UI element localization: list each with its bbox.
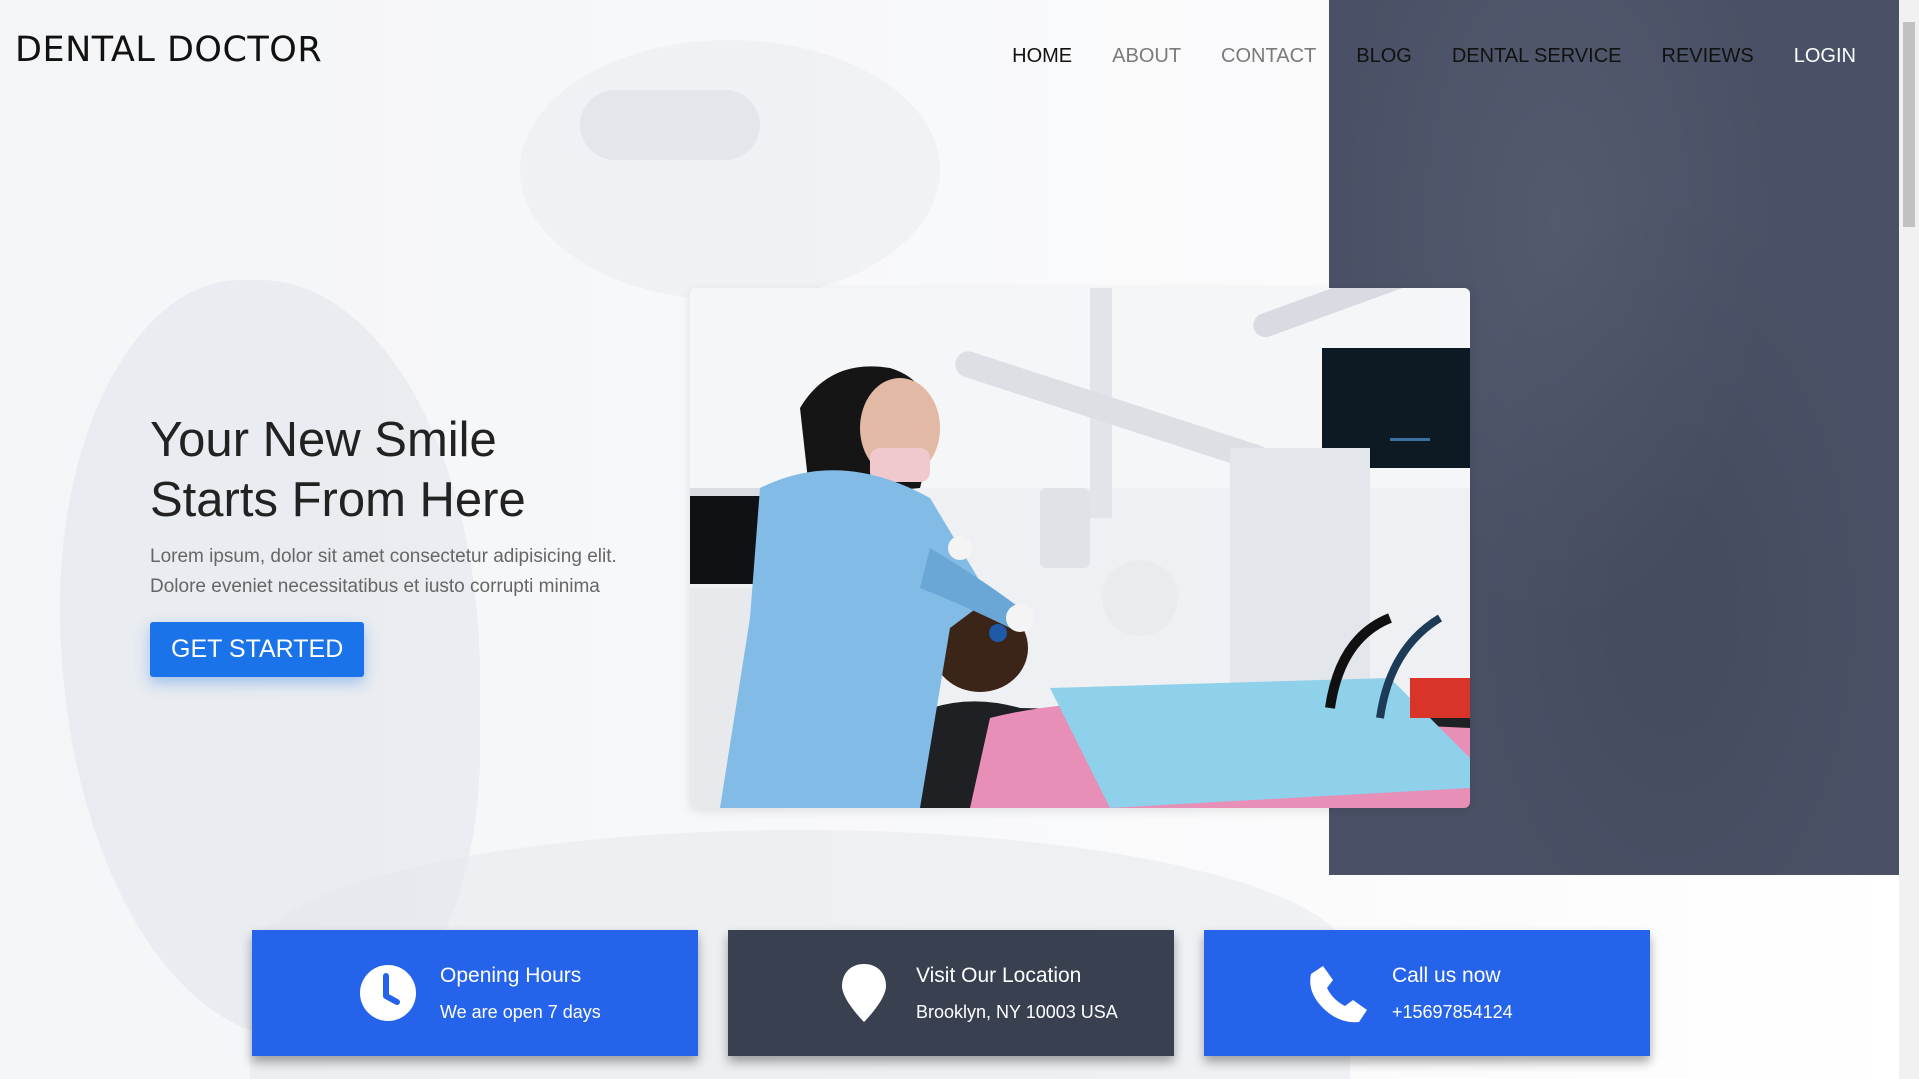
hero-subtitle-line-2: Dolore eveniet necessitatibus et iusto c…: [150, 576, 600, 597]
info-card-location[interactable]: Visit Our Location Brooklyn, NY 10003 US…: [728, 930, 1174, 1056]
phone-icon: [1308, 961, 1372, 1025]
hero-subtitle-line-1: Lorem ipsum, dolor sit amet consectetur …: [150, 546, 617, 567]
scrollbar-thumb[interactable]: [1903, 22, 1915, 227]
info-card-text: Brooklyn, NY 10003 USA: [916, 1001, 1118, 1022]
site-logo[interactable]: DENTAL DOCTOR: [15, 30, 322, 70]
info-card-title: Opening Hours: [440, 963, 582, 987]
hero-title-line-1: Your New Smile: [150, 413, 497, 467]
nav-about[interactable]: ABOUT: [1112, 45, 1181, 68]
nav-contact[interactable]: CONTACT: [1221, 45, 1316, 68]
get-started-button[interactable]: GET STARTED: [150, 622, 365, 677]
info-card-call-text: Call us now +15697854124: [1392, 964, 1513, 1023]
page-scrollbar[interactable]: [1899, 0, 1919, 1079]
nav-reviews[interactable]: REVIEWS: [1662, 45, 1754, 68]
info-card-opening-hours[interactable]: Opening Hours We are open 7 days: [252, 930, 698, 1056]
hero-subtitle: Lorem ipsum, dolor sit amet consectetur …: [150, 542, 690, 602]
nav-blog[interactable]: BLOG: [1356, 45, 1412, 68]
page: DENTAL DOCTOR HOME ABOUT CONTACT BLOG DE…: [0, 0, 1919, 1079]
main-nav: HOME ABOUT CONTACT BLOG DENTAL SERVICE R…: [1012, 45, 1856, 68]
location-pin-icon: [832, 961, 896, 1025]
nav-dental-service[interactable]: DENTAL SERVICE: [1452, 45, 1622, 68]
info-card-opening-hours-text: Opening Hours We are open 7 days: [440, 964, 601, 1023]
dentist-photo: [690, 288, 1470, 808]
info-card-title: Call us now: [1392, 963, 1501, 987]
clock-icon: [356, 961, 420, 1025]
background-lamp-shape: [520, 40, 940, 300]
info-card-call[interactable]: Call us now +15697854124: [1204, 930, 1650, 1056]
hero-title: Your New Smile Starts From Here: [150, 410, 690, 530]
info-card-title: Visit Our Location: [916, 963, 1082, 987]
info-card-text: +15697854124: [1392, 1001, 1513, 1022]
hero-title-line-2: Starts From Here: [150, 473, 526, 527]
info-cards: Opening Hours We are open 7 days Visit O…: [252, 930, 1650, 1056]
info-card-location-text: Visit Our Location Brooklyn, NY 10003 US…: [916, 964, 1118, 1023]
nav-login[interactable]: LOGIN: [1794, 45, 1856, 68]
nav-home[interactable]: HOME: [1012, 45, 1072, 68]
background-light-shape: [580, 90, 760, 160]
info-card-text: We are open 7 days: [440, 1001, 601, 1022]
hero-text-block: Your New Smile Starts From Here Lorem ip…: [150, 410, 690, 677]
